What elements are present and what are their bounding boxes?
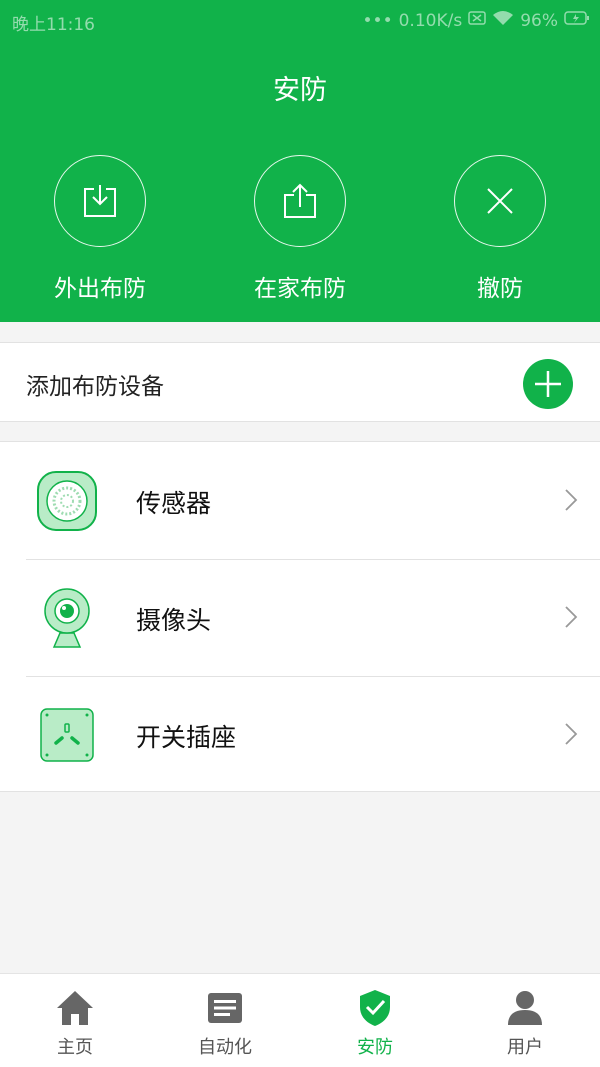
arm-away-label: 外出布防 (54, 276, 146, 302)
wifi-icon (492, 10, 514, 31)
share-icon (254, 155, 346, 247)
list-item-socket[interactable]: 开关插座 (0, 676, 600, 793)
add-device-label: 添加布防设备 (26, 374, 164, 400)
arm-away-button[interactable]: 外出布防 (0, 155, 200, 303)
sensor-icon (36, 470, 98, 532)
sim-icon (468, 10, 486, 31)
tab-security[interactable]: 安防 (300, 974, 450, 1067)
list-icon (205, 988, 245, 1028)
disarm-label: 撤防 (477, 276, 523, 302)
list-item-camera[interactable]: 摄像头 (0, 559, 600, 676)
arm-home-label: 在家布防 (254, 276, 346, 302)
add-device-row[interactable]: 添加布防设备 (0, 342, 600, 422)
chevron-right-icon (564, 722, 578, 750)
camera-icon (36, 587, 98, 649)
arm-home-button[interactable]: 在家布防 (200, 155, 400, 303)
bottom-tab-bar: 主页 自动化 安防 用户 (0, 973, 600, 1067)
download-icon (54, 155, 146, 247)
tab-security-label: 安防 (357, 1037, 393, 1058)
sensor-label: 传感器 (136, 489, 212, 518)
socket-label: 开关插座 (136, 723, 237, 752)
header: 晚上11:16 ••• 0.10K/s 96% 安防 外出布防 在家布防 撤防 (0, 0, 600, 322)
page-title: 安防 (273, 75, 327, 106)
close-icon (454, 155, 546, 247)
tab-automation[interactable]: 自动化 (150, 974, 300, 1067)
device-list: 传感器 摄像头 开关插座 (0, 441, 600, 792)
tab-user[interactable]: 用户 (450, 974, 600, 1067)
tab-home[interactable]: 主页 (0, 974, 150, 1067)
home-icon (55, 988, 95, 1028)
socket-icon (36, 704, 98, 766)
shield-check-icon (355, 988, 395, 1028)
status-right: ••• 0.10K/s 96% (363, 10, 590, 31)
tab-user-label: 用户 (507, 1037, 543, 1058)
battery-icon (564, 10, 590, 31)
battery-level: 96% (520, 10, 558, 31)
chevron-right-icon (564, 605, 578, 633)
list-item-sensor[interactable]: 传感器 (0, 442, 600, 559)
dots-icon: ••• (362, 10, 393, 31)
status-time: 晚上11:16 (12, 15, 95, 35)
tab-automation-label: 自动化 (198, 1037, 252, 1058)
status-bar: 晚上11:16 ••• 0.10K/s 96% (0, 0, 600, 40)
chevron-right-icon (564, 488, 578, 516)
network-speed: 0.10K/s (398, 10, 463, 31)
plus-icon[interactable] (523, 359, 573, 409)
user-icon (505, 988, 545, 1028)
tab-home-label: 主页 (57, 1037, 93, 1058)
camera-label: 摄像头 (136, 606, 212, 635)
disarm-button[interactable]: 撤防 (400, 155, 600, 303)
